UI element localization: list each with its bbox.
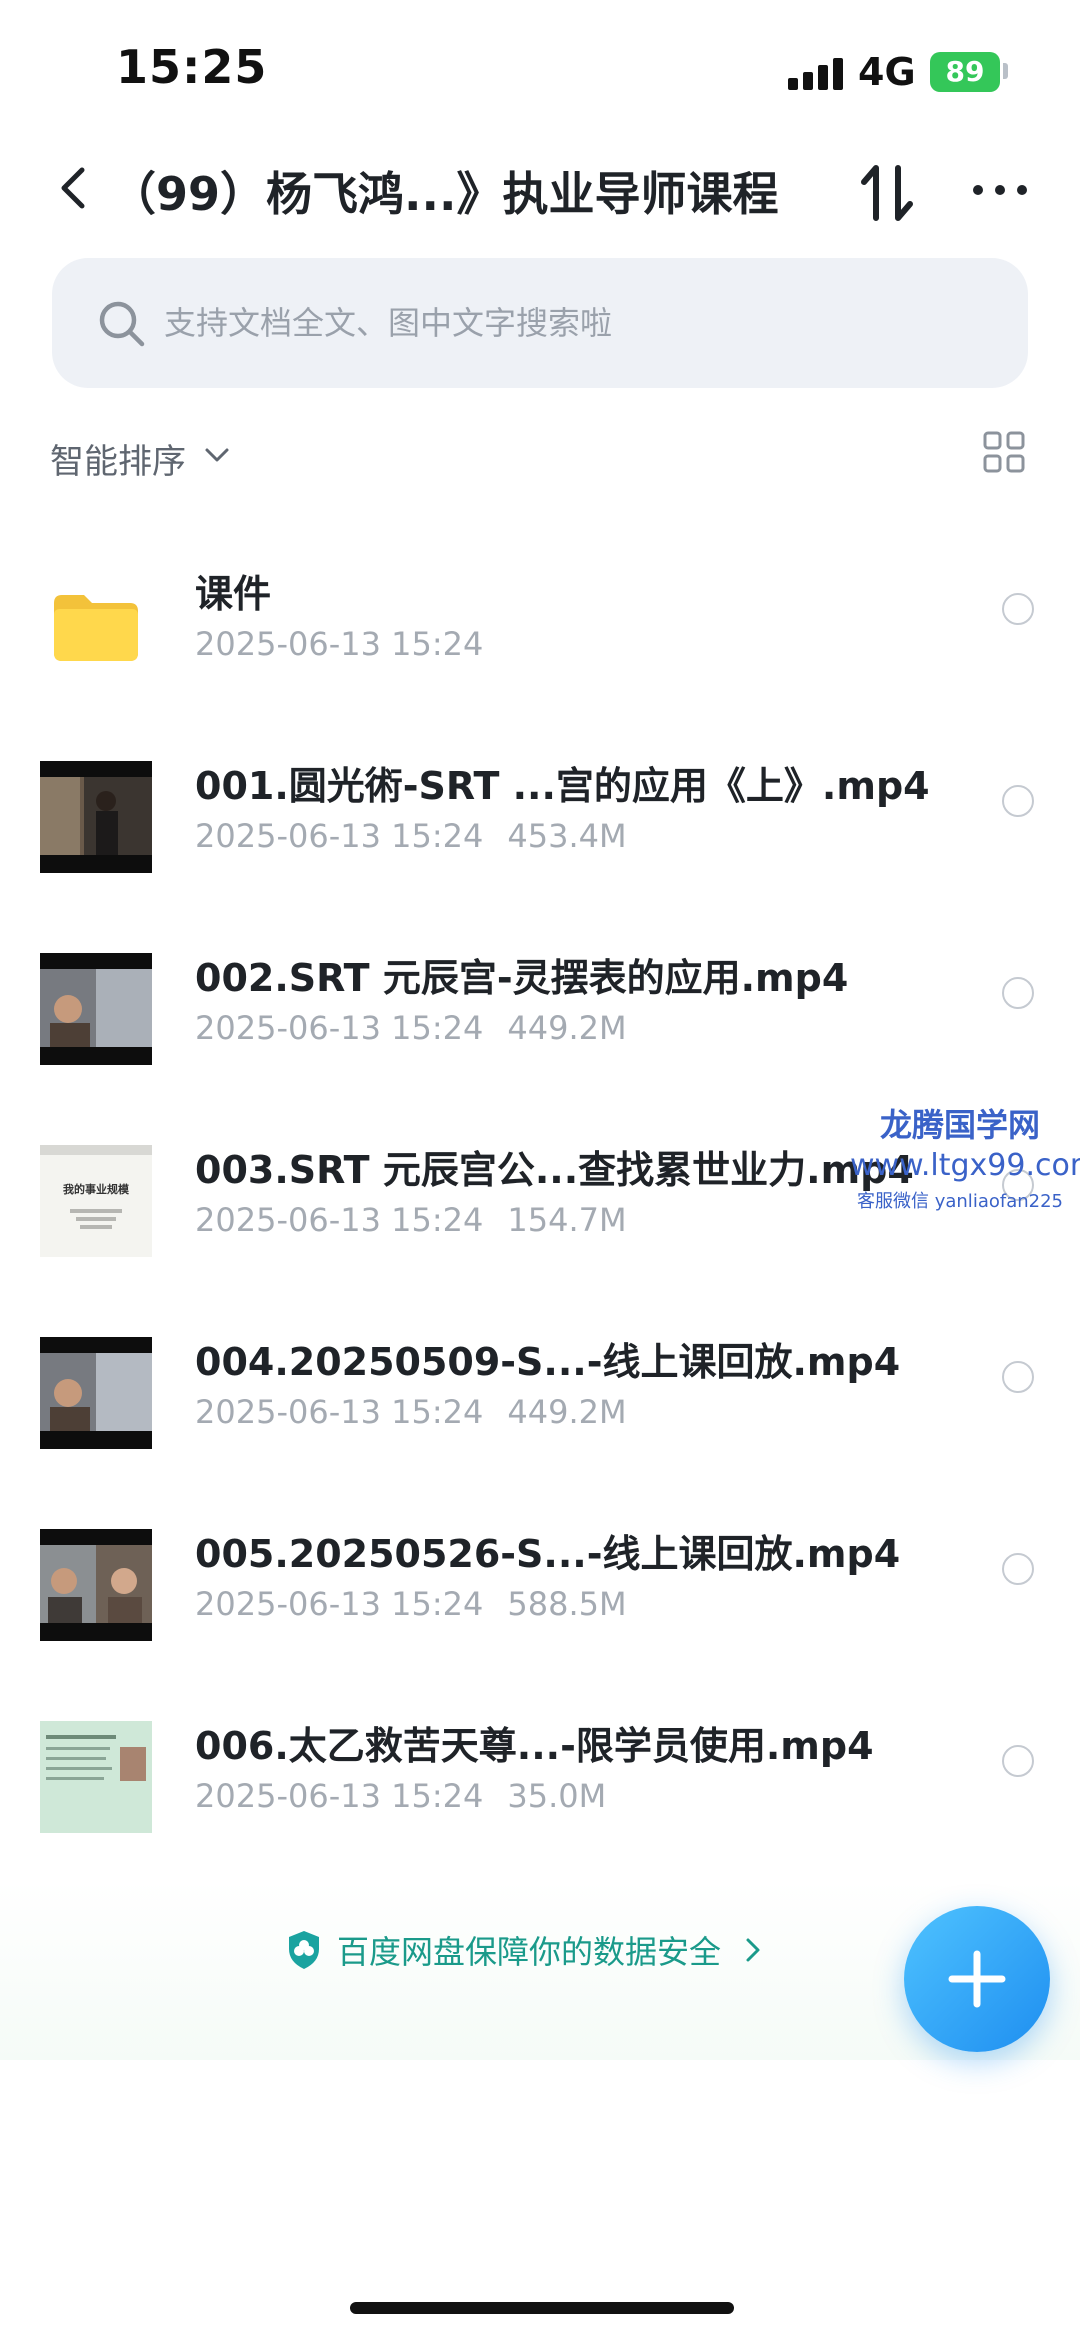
file-date: 2025-06-13 15:24 bbox=[195, 1393, 484, 1431]
file-name: 课件 bbox=[195, 572, 272, 616]
battery-cap bbox=[1003, 63, 1008, 79]
more-button[interactable] bbox=[970, 170, 1030, 210]
sort-bar: 智能排序 bbox=[0, 430, 1080, 490]
search-icon bbox=[99, 301, 145, 347]
video-thumbnail bbox=[40, 953, 152, 1065]
file-date: 2025-06-13 15:24 bbox=[195, 817, 484, 855]
list-item[interactable]: 004.20250509-S...-线上课回放.mp4 2025-06-13 1… bbox=[0, 1283, 1080, 1475]
file-name: 001.圆光術-SRT ...宫的应用《上》.mp4 bbox=[195, 764, 930, 808]
select-radio[interactable] bbox=[1002, 593, 1034, 625]
file-date: 2025-06-13 15:24 bbox=[195, 1585, 484, 1623]
file-meta: 2025-06-13 15:24 35.0M bbox=[195, 1777, 606, 1815]
signal-icon bbox=[788, 58, 844, 90]
status-time: 15:25 bbox=[116, 40, 268, 94]
file-date: 2025-06-13 15:24 bbox=[195, 1777, 484, 1815]
select-radio[interactable] bbox=[1002, 785, 1034, 817]
file-name: 006.太乙救苦天尊...-限学员使用.mp4 bbox=[195, 1724, 874, 1768]
shield-icon bbox=[289, 1931, 319, 1969]
file-name: 004.20250509-S...-线上课回放.mp4 bbox=[195, 1340, 901, 1384]
file-size: 449.2M bbox=[507, 1393, 627, 1431]
network-label: 4G bbox=[858, 50, 916, 94]
search-input[interactable] bbox=[164, 296, 984, 350]
file-date: 2025-06-13 15:24 bbox=[195, 1201, 484, 1239]
home-indicator[interactable] bbox=[350, 2302, 734, 2314]
watermark: 龙腾国学网 www.ltgx99.com 客服微信 yanliaofan225 bbox=[850, 1100, 1080, 1213]
file-size: 35.0M bbox=[507, 1777, 607, 1815]
slide-thumbnail: 我的事业规模 bbox=[40, 1145, 152, 1257]
video-thumbnail bbox=[40, 761, 152, 873]
file-meta: 2025-06-13 15:24 bbox=[195, 625, 483, 663]
security-notice-link[interactable]: 百度网盘保障你的数据安全 bbox=[285, 1925, 765, 1975]
list-item[interactable]: 课件 2025-06-13 15:24 bbox=[0, 515, 1080, 707]
sort-arrows-icon bbox=[861, 165, 913, 221]
select-radio[interactable] bbox=[1002, 977, 1034, 1009]
status-bar: 15:25 4G 89 bbox=[0, 0, 1080, 140]
header: （99）杨飞鸿...》执业导师课程 bbox=[0, 140, 1080, 240]
file-date: 2025-06-13 15:24 bbox=[195, 625, 484, 663]
list-item[interactable]: 006.太乙救苦天尊...-限学员使用.mp4 2025-06-13 15:24… bbox=[0, 1667, 1080, 1859]
search-box[interactable] bbox=[52, 258, 1028, 388]
watermark-url: www.ltgx99.com bbox=[850, 1148, 1080, 1183]
list-item[interactable]: 002.SRT 元辰宫-灵摆表的应用.mp4 2025-06-13 15:24 4… bbox=[0, 899, 1080, 1091]
watermark-title: 龙腾国学网 bbox=[879, 1106, 1040, 1144]
select-radio[interactable] bbox=[1002, 1553, 1034, 1585]
select-radio[interactable] bbox=[1002, 1361, 1034, 1393]
file-meta: 2025-06-13 15:24 588.5M bbox=[195, 1585, 627, 1623]
back-button[interactable] bbox=[52, 158, 112, 218]
watermark-contact: 客服微信 yanliaofan225 bbox=[857, 1191, 1063, 1212]
file-name: 002.SRT 元辰宫-灵摆表的应用.mp4 bbox=[195, 956, 849, 1000]
add-button[interactable] bbox=[904, 1906, 1050, 2052]
file-meta: 2025-06-13 15:24 154.7M bbox=[195, 1201, 627, 1239]
plus-icon bbox=[948, 1950, 1006, 2008]
file-name: 005.20250526-S...-线上课回放.mp4 bbox=[195, 1532, 901, 1576]
folder-icon bbox=[40, 569, 152, 681]
video-thumbnail bbox=[40, 1337, 152, 1449]
smart-sort-dropdown[interactable]: 智能排序 bbox=[50, 434, 186, 483]
list-item[interactable]: 001.圆光術-SRT ...宫的应用《上》.mp4 2025-06-13 15… bbox=[0, 707, 1080, 899]
security-text: 百度网盘保障你的数据安全 bbox=[337, 1933, 722, 1971]
file-size: 449.2M bbox=[507, 1009, 627, 1047]
list-item[interactable]: 005.20250526-S...-线上课回放.mp4 2025-06-13 1… bbox=[0, 1475, 1080, 1667]
page-title: （99）杨飞鸿...》执业导师课程 bbox=[110, 167, 779, 221]
more-dots-icon bbox=[973, 185, 1027, 195]
battery-icon: 89 bbox=[930, 52, 1000, 92]
file-meta: 2025-06-13 15:24 453.4M bbox=[195, 817, 627, 855]
grid-view-icon[interactable] bbox=[982, 430, 1026, 474]
file-meta: 2025-06-13 15:24 449.2M bbox=[195, 1009, 627, 1047]
file-meta: 2025-06-13 15:24 449.2M bbox=[195, 1393, 627, 1431]
file-date: 2025-06-13 15:24 bbox=[195, 1009, 484, 1047]
video-thumbnail bbox=[40, 1529, 152, 1641]
file-size: 453.4M bbox=[507, 817, 627, 855]
thumbnail-title: 我的事业规模 bbox=[63, 1183, 129, 1196]
chevron-left-icon bbox=[61, 167, 85, 209]
chevron-down-icon[interactable] bbox=[202, 440, 232, 470]
sort-button[interactable] bbox=[858, 160, 918, 226]
slide-thumbnail bbox=[40, 1721, 152, 1833]
chevron-right-icon bbox=[746, 1938, 760, 1962]
file-size: 154.7M bbox=[507, 1201, 627, 1239]
file-size: 588.5M bbox=[507, 1585, 627, 1623]
file-name: 003.SRT 元辰宫公...查找累世业力.mp4 bbox=[195, 1148, 914, 1192]
select-radio[interactable] bbox=[1002, 1745, 1034, 1777]
